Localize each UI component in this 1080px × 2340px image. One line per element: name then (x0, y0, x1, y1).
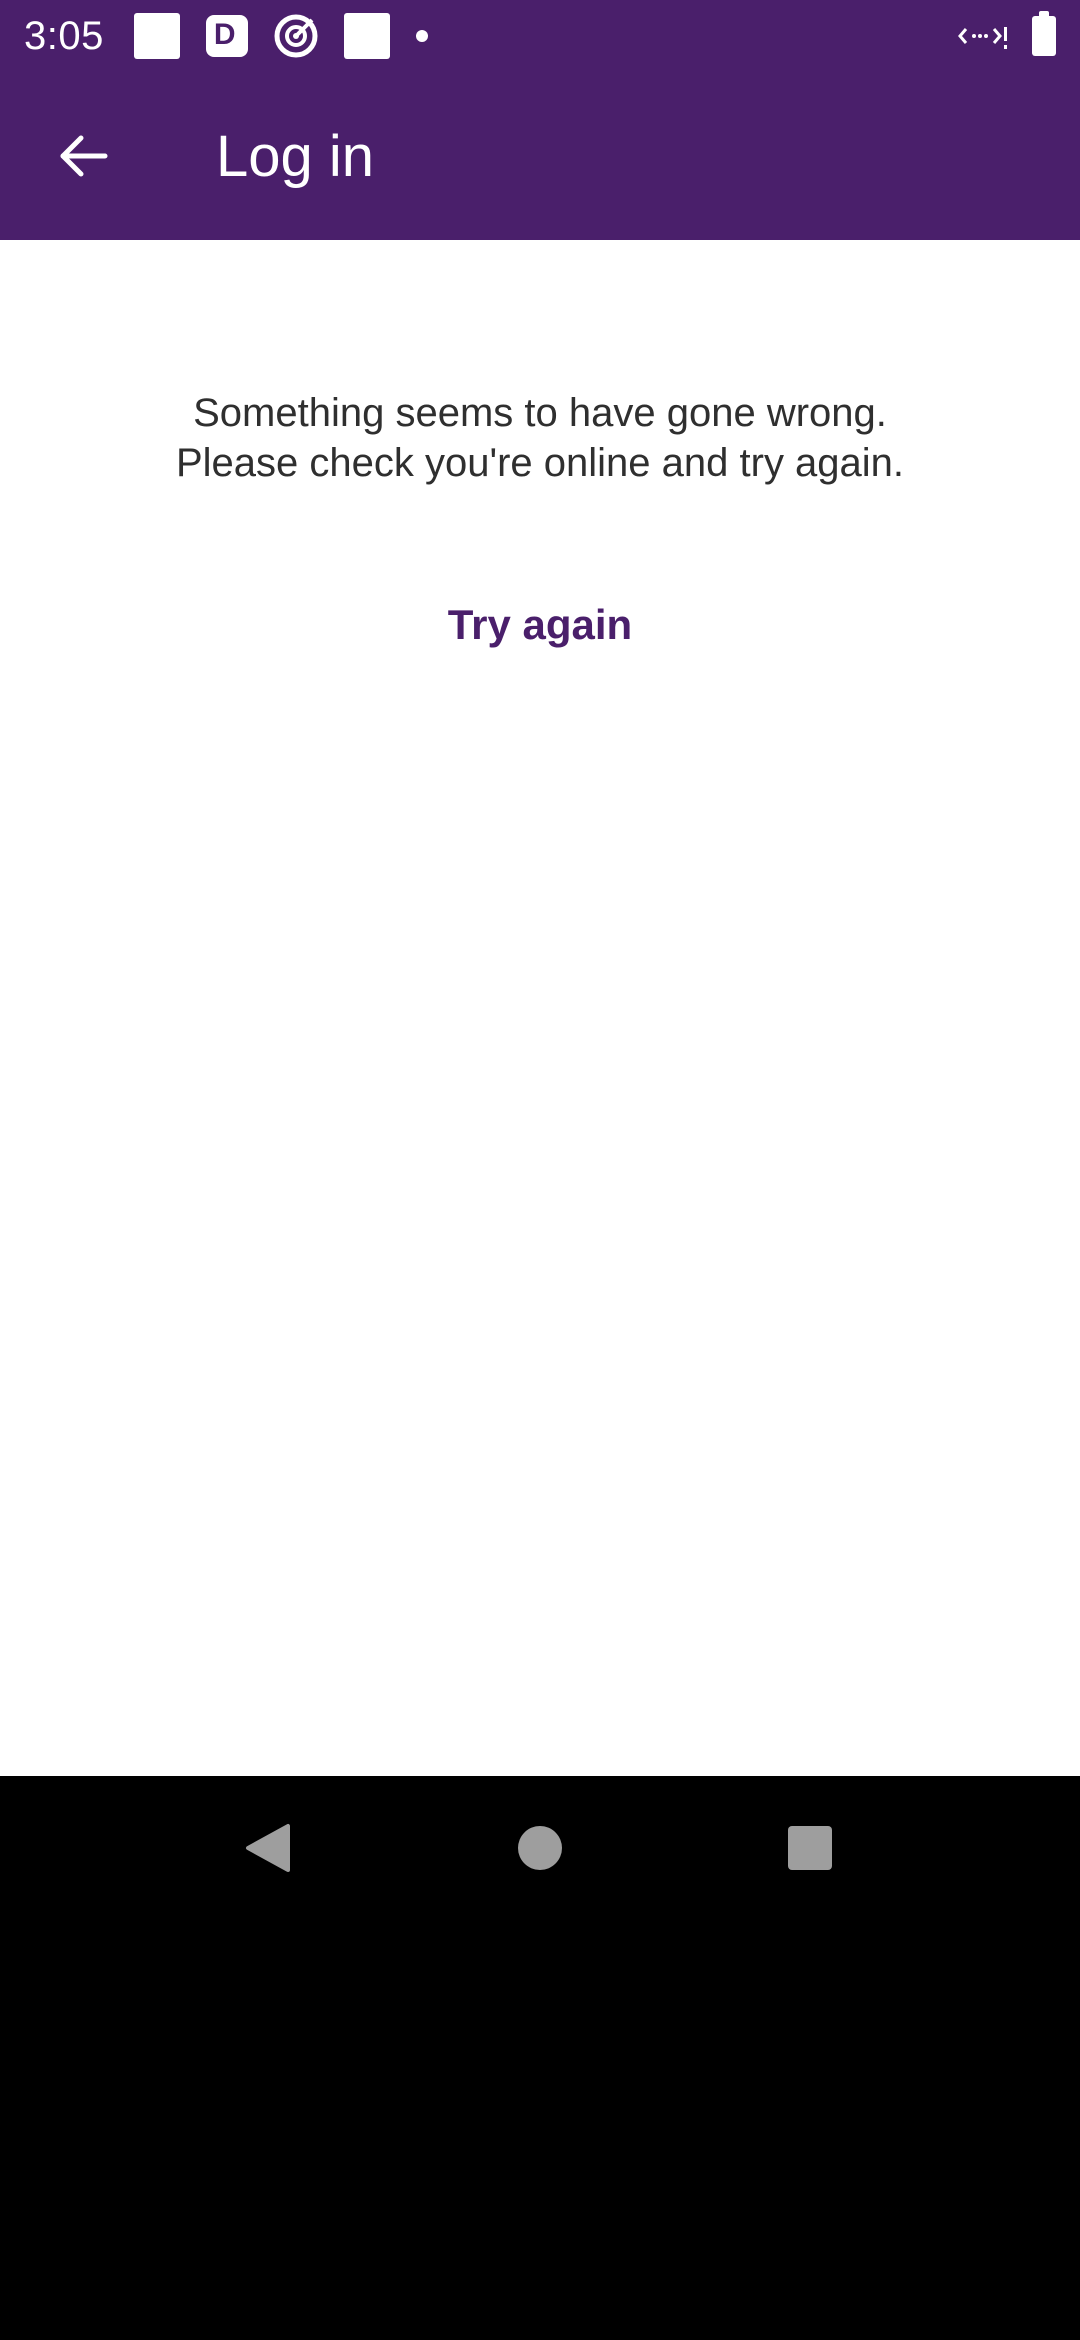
notification-square-icon-2 (343, 13, 390, 59)
nav-recents-button[interactable] (762, 1800, 858, 1896)
status-time: 3:05 (24, 13, 104, 58)
error-message-line-2: Please check you're online and try again… (175, 441, 905, 485)
notification-square-icon (133, 13, 180, 59)
error-message: Something seems to have gone wrong. Plea… (0, 388, 1080, 488)
triangle-back-icon (246, 1824, 290, 1872)
nav-back-button[interactable] (220, 1800, 316, 1896)
circle-home-icon (518, 1826, 562, 1870)
main-content: Something seems to have gone wrong. Plea… (0, 240, 1080, 1776)
battery-icon (1032, 11, 1056, 56)
target-icon (274, 14, 318, 58)
nav-home-button[interactable] (492, 1800, 588, 1896)
error-message-line-1: Something seems to have gone wrong. (193, 391, 887, 435)
system-icons (958, 11, 1056, 56)
system-nav-bar (0, 1776, 1080, 1920)
page-title: Log in (216, 123, 375, 189)
app-bar: Log in (0, 72, 1080, 240)
square-recents-icon (788, 1826, 832, 1870)
d-app-icon (205, 15, 248, 57)
more-notifications-dot-icon (415, 30, 428, 42)
back-button[interactable] (28, 101, 138, 211)
status-bar: 3:05 (0, 0, 1080, 72)
no-network-icon (958, 27, 1007, 49)
notification-icons (133, 13, 428, 59)
arrow-left-icon (60, 135, 108, 177)
bottom-blank-area (0, 1920, 1080, 2340)
try-again-button[interactable]: Try again (390, 580, 690, 670)
